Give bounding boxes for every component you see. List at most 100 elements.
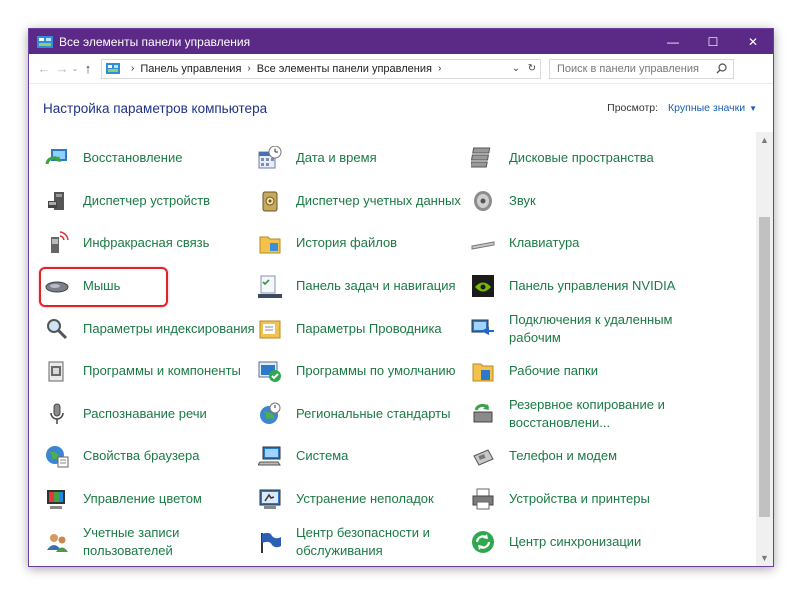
control-panel-icon — [37, 35, 53, 48]
up-arrow-icon[interactable]: ↑ — [79, 61, 97, 76]
view-value[interactable]: Крупные значки — [668, 102, 745, 114]
item-label: Звук — [509, 192, 536, 208]
breadcrumb-control-panel[interactable]: Панель управления — [140, 63, 241, 75]
view-selector[interactable]: Просмотр: Крупные значки ▼ — [607, 102, 757, 114]
maximize-button[interactable]: ☐ — [693, 29, 733, 54]
backup-icon — [471, 402, 495, 426]
item-label: Восстановление — [83, 150, 183, 166]
item-label: Свойства браузера — [83, 448, 200, 464]
recent-locations-chevron-icon[interactable]: ⌄ — [71, 64, 79, 73]
infrared-icon — [45, 231, 69, 255]
phone-modem-icon — [471, 444, 495, 468]
item-label: Дата и время — [296, 150, 377, 166]
item-label: Параметры индексирования — [83, 320, 255, 336]
item-sync-center[interactable]: Центр синхронизации — [469, 520, 699, 563]
item-internet-options[interactable]: Свойства браузера — [43, 435, 256, 478]
item-label: Резервное копирование и восстановлени... — [509, 396, 665, 430]
color-management-icon — [45, 487, 69, 511]
system-icon — [258, 444, 282, 468]
item-infrared[interactable]: Инфракрасная связь — [43, 222, 256, 265]
item-phone-modem[interactable]: Телефон и модем — [469, 435, 699, 478]
breadcrumb-separator[interactable]: › — [438, 63, 441, 74]
device-manager-icon — [45, 189, 69, 213]
address-box[interactable]: › Панель управления › Все элементы панел… — [101, 58, 541, 79]
file-history-icon — [258, 231, 282, 255]
item-credential-manager[interactable]: Диспетчер учетных данных — [256, 180, 469, 223]
item-recovery[interactable]: Восстановление — [43, 137, 256, 180]
programs-icon — [45, 359, 69, 383]
item-security-center[interactable]: Центр безопасности и обслуживания — [256, 520, 469, 563]
item-troubleshooting[interactable]: Устранение неполадок — [256, 478, 469, 521]
default-programs-icon — [258, 359, 282, 383]
printer-icon — [471, 487, 495, 511]
item-label: Система — [296, 448, 349, 464]
item-default-programs[interactable]: Программы по умолчанию — [256, 350, 469, 393]
item-sound[interactable]: Звук — [469, 180, 699, 223]
item-backup[interactable]: Резервное копирование и восстановлени... — [469, 393, 699, 436]
item-system[interactable]: Система — [256, 435, 469, 478]
close-button[interactable]: ✕ — [733, 29, 773, 54]
indexing-icon — [45, 317, 69, 341]
forward-arrow-icon[interactable]: → — [53, 61, 71, 76]
item-indexing[interactable]: Параметры индексирования — [43, 307, 256, 350]
taskbar-icon — [258, 274, 282, 299]
item-label: Телефон и модем — [509, 448, 618, 464]
item-date-time[interactable]: Дата и время — [256, 137, 469, 180]
item-label: Центр синхронизации — [509, 533, 642, 549]
item-storage-spaces[interactable]: Дисковые пространства — [469, 137, 699, 180]
item-user-accounts[interactable]: Учетные записи пользователей — [43, 520, 256, 563]
search-placeholder: Поиск в панели управления — [557, 62, 699, 75]
scrollbar-thumb[interactable] — [759, 217, 770, 517]
item-explorer-options[interactable]: Параметры Проводника — [256, 307, 469, 350]
item-label: История файлов — [296, 235, 398, 251]
item-mouse[interactable]: Мышь — [39, 265, 256, 308]
internet-options-icon — [45, 444, 69, 468]
highlight-frame — [39, 266, 168, 307]
page-header: Настройка параметров компьютера Просмотр… — [29, 84, 773, 132]
item-keyboard[interactable]: Клавиатура — [469, 222, 699, 265]
item-label: Управление цветом — [83, 491, 202, 507]
search-input[interactable]: Поиск в панели управления — [549, 58, 734, 79]
scroll-down-icon[interactable]: ▼ — [756, 550, 773, 566]
item-taskbar[interactable]: Панель задач и навигация — [256, 265, 469, 308]
control-panel-small-icon — [106, 63, 120, 74]
address-bar-row: ← → ⌄ ↑ › Панель управления › Все элемен… — [29, 54, 773, 84]
item-label: Панель задач и навигация — [296, 278, 456, 294]
item-label: Программы по умолчанию — [296, 363, 456, 379]
item-regional-standards[interactable]: Региональные стандарты — [256, 393, 469, 436]
item-file-history[interactable]: История файлов — [256, 222, 469, 265]
item-programs[interactable]: Программы и компоненты — [43, 350, 256, 393]
item-speech-recognition[interactable]: Распознавание речи — [43, 393, 256, 436]
back-arrow-icon[interactable]: ← — [35, 61, 53, 76]
item-label: Инфракрасная связь — [83, 235, 210, 251]
item-color-management[interactable]: Управление цветом — [43, 478, 256, 521]
minimize-button[interactable]: — — [653, 29, 693, 54]
view-label: Просмотр: — [607, 102, 659, 114]
scroll-up-icon[interactable]: ▲ — [756, 132, 773, 148]
work-folders-icon — [471, 359, 495, 383]
chevron-down-icon[interactable]: ▼ — [749, 104, 757, 113]
title-bar[interactable]: Все элементы панели управления — ☐ ✕ — [29, 29, 773, 54]
breadcrumb-separator: › — [247, 63, 251, 74]
breadcrumb-all-items[interactable]: Все элементы панели управления — [257, 63, 432, 75]
keyboard-icon — [471, 231, 495, 255]
item-nvidia[interactable]: Панель управления NVIDIA — [469, 265, 699, 308]
calendar-clock-icon — [258, 146, 282, 170]
refresh-icon[interactable]: ↻ — [524, 63, 540, 74]
recovery-icon — [45, 146, 69, 170]
item-devices-printers[interactable]: Устройства и принтеры — [469, 478, 699, 521]
sync-icon — [471, 530, 495, 554]
search-icon[interactable] — [716, 63, 727, 74]
item-label: Центр безопасности и обслуживания — [296, 524, 430, 558]
vertical-scrollbar[interactable]: ▲ ▼ — [756, 132, 773, 566]
item-label: Дисковые пространства — [509, 150, 654, 166]
speaker-icon — [471, 189, 495, 213]
address-dropdown-icon[interactable]: ⌄ — [508, 63, 524, 74]
explorer-options-icon — [258, 317, 282, 341]
item-remote-desktop[interactable]: Подключения к удаленным рабочим — [469, 307, 699, 350]
item-label: Рабочие папки — [509, 363, 598, 379]
storage-spaces-icon — [471, 146, 495, 170]
item-device-manager[interactable]: Диспетчер устройств — [43, 180, 256, 223]
microphone-icon — [45, 402, 69, 426]
item-work-folders[interactable]: Рабочие папки — [469, 350, 699, 393]
